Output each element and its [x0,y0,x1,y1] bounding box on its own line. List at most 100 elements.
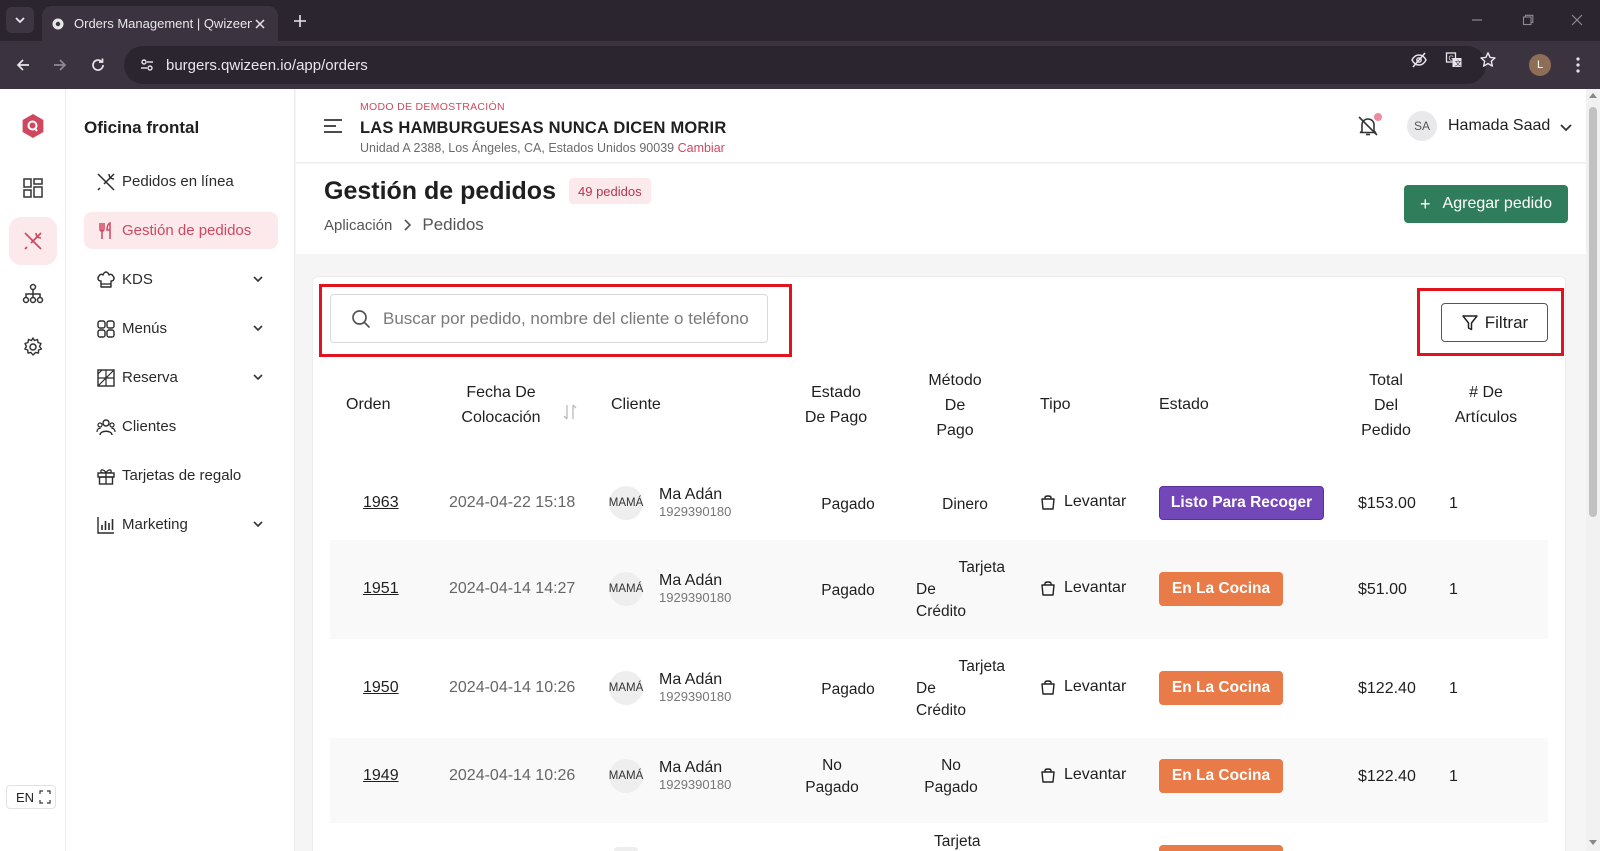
menu-toggle-icon[interactable] [322,116,344,136]
chevron-down-icon [253,521,263,528]
order-number-link[interactable]: 1949 [363,767,399,784]
sidebar-item-label: Clientes [122,418,177,435]
payment-status-line2: Pagado [805,779,859,796]
order-date: 2024-04-14 10:26 [449,767,576,784]
new-tab-button[interactable] [289,10,311,32]
sort-icon[interactable] [563,403,577,421]
chevron-down-icon[interactable] [1559,120,1573,134]
sidebar-item-label: Gestión de pedidos [122,222,252,239]
customer-avatar: MAMÁ [609,486,643,520]
page-heading: Gestión de pedidos 49 pedidos Aplicación… [296,164,1586,254]
search-icon [352,309,371,328]
sidebar-item-online-orders[interactable]: Pedidos en línea [84,163,278,200]
utensils-crossed-icon [24,232,42,250]
payment-method-line2: De [916,680,936,697]
orders-rail-button[interactable] [9,217,57,265]
sidebar-item-label: Menús [122,320,168,337]
address-text: Unidad A 2388, Los Ángeles, CA, Estados … [360,141,675,155]
customer-info: Ma Adán 1929390180 [659,671,731,704]
customer-info: Ma Adán 1929390180 [659,759,731,792]
customer-name: Ma Adán [659,486,723,503]
translate-icon[interactable]: G文 [1444,50,1464,70]
status-badge[interactable]: Listo Para Recoger [1159,486,1324,520]
scroll-thumb[interactable] [1589,107,1597,517]
col-pay-method-line1: Método [928,372,982,389]
status-badge[interactable]: En La Cocina [1159,671,1283,705]
restaurant-address: Unidad A 2388, Los Ángeles, CA, Estados … [360,141,725,155]
status-badge[interactable]: En La Cocina [1159,759,1283,793]
browser-tab-active[interactable]: Orders Management | Qwizeen [42,6,278,41]
col-items: # De Artículos [1446,380,1526,430]
eye-off-icon[interactable] [1409,50,1429,70]
tab-close-icon[interactable] [252,16,268,32]
language-switcher[interactable]: EN [6,785,56,809]
back-button[interactable] [11,53,35,77]
search-input[interactable] [383,308,753,329]
bookmark-star-icon[interactable] [1478,50,1498,70]
col-type: Tipo [1040,396,1071,413]
tab-search-button[interactable] [6,7,34,33]
order-number-link[interactable]: 1963 [363,494,399,511]
payment-method-line3: Crédito [916,702,966,719]
arrow-right-icon [54,59,67,71]
filter-button[interactable]: Filtrar [1441,303,1548,342]
order-number-link[interactable]: 1950 [363,679,399,696]
restore-button[interactable] [1518,10,1538,30]
breadcrumb-root[interactable]: Aplicación [324,217,392,234]
items-count: 1 [1449,680,1458,697]
order-type: Levantar [1039,493,1126,511]
sidebar-item-menus[interactable]: Menús [84,310,278,347]
order-number-link[interactable]: 1951 [363,580,399,597]
expand-icon[interactable] [39,790,51,804]
sidebar-item-customers[interactable]: Clientes [84,408,278,445]
sidebar-item-label: Pedidos en línea [122,173,234,190]
user-avatar[interactable]: SA [1407,111,1437,141]
site-settings-icon[interactable] [138,56,156,74]
payment-method: No Pagado [911,755,991,799]
sidebar-item-order-management[interactable]: Gestión de pedidos [84,212,278,249]
customer-phone: 1929390180 [659,689,732,704]
page-scrollbar[interactable] [1586,89,1600,851]
grid-icon [96,319,116,339]
customer-avatar: MAMÁ [609,671,643,705]
order-type-label: Levantar [1064,579,1127,596]
col-date[interactable]: Fecha De Colocación [446,380,556,430]
payment-status-line1: Pagado [821,681,875,698]
search-field[interactable] [330,294,768,343]
chevron-down-icon [253,325,263,332]
reload-button[interactable] [86,53,110,77]
sidebar-item-gift-cards[interactable]: Tarjetas de regalo [84,457,278,494]
scroll-up-icon[interactable] [1589,93,1597,98]
shopping-bag-icon [1041,768,1055,783]
change-location-link[interactable]: Cambiar [678,141,725,155]
qwizeen-logo-icon[interactable] [21,113,45,139]
order-type: Levantar [1039,579,1126,597]
scroll-down-icon[interactable] [1589,840,1597,845]
restore-icon [1522,14,1534,26]
user-name[interactable]: Hamada Saad [1448,117,1550,135]
sidebar-item-reservation[interactable]: Reserva [84,359,278,396]
payment-method-line3: Crédito [916,603,966,620]
reload-icon [92,58,104,71]
col-total-line3: Pedido [1361,422,1411,439]
browser-menu-icon[interactable] [1568,54,1588,76]
dashboard-rail-button[interactable] [9,164,57,212]
add-order-button[interactable]: + Agregar pedido [1404,185,1568,223]
sidebar-item-kds[interactable]: KDS [84,261,278,298]
breadcrumb: Aplicación Pedidos [324,215,484,235]
forward-button[interactable] [48,53,72,77]
close-window-button[interactable] [1567,10,1587,30]
gear-icon [24,337,43,356]
order-date: 2024-04-14 10:26 [449,679,576,696]
settings-rail-button[interactable] [9,323,57,371]
status-badge[interactable]: En La Cocina [1159,572,1283,606]
network-icon [22,283,44,304]
address-bar[interactable]: burgers.qwizeen.io/app/orders [124,46,1486,84]
order-date: 2024-04-14 14:27 [449,580,576,597]
order-total: $153.00 [1358,495,1416,512]
minimize-button[interactable] [1467,10,1487,30]
sidebar-item-marketing[interactable]: Marketing [84,506,278,543]
profile-avatar[interactable]: L [1529,54,1551,76]
customer-name: Ma Adán [659,671,723,688]
org-rail-button[interactable] [9,270,57,318]
